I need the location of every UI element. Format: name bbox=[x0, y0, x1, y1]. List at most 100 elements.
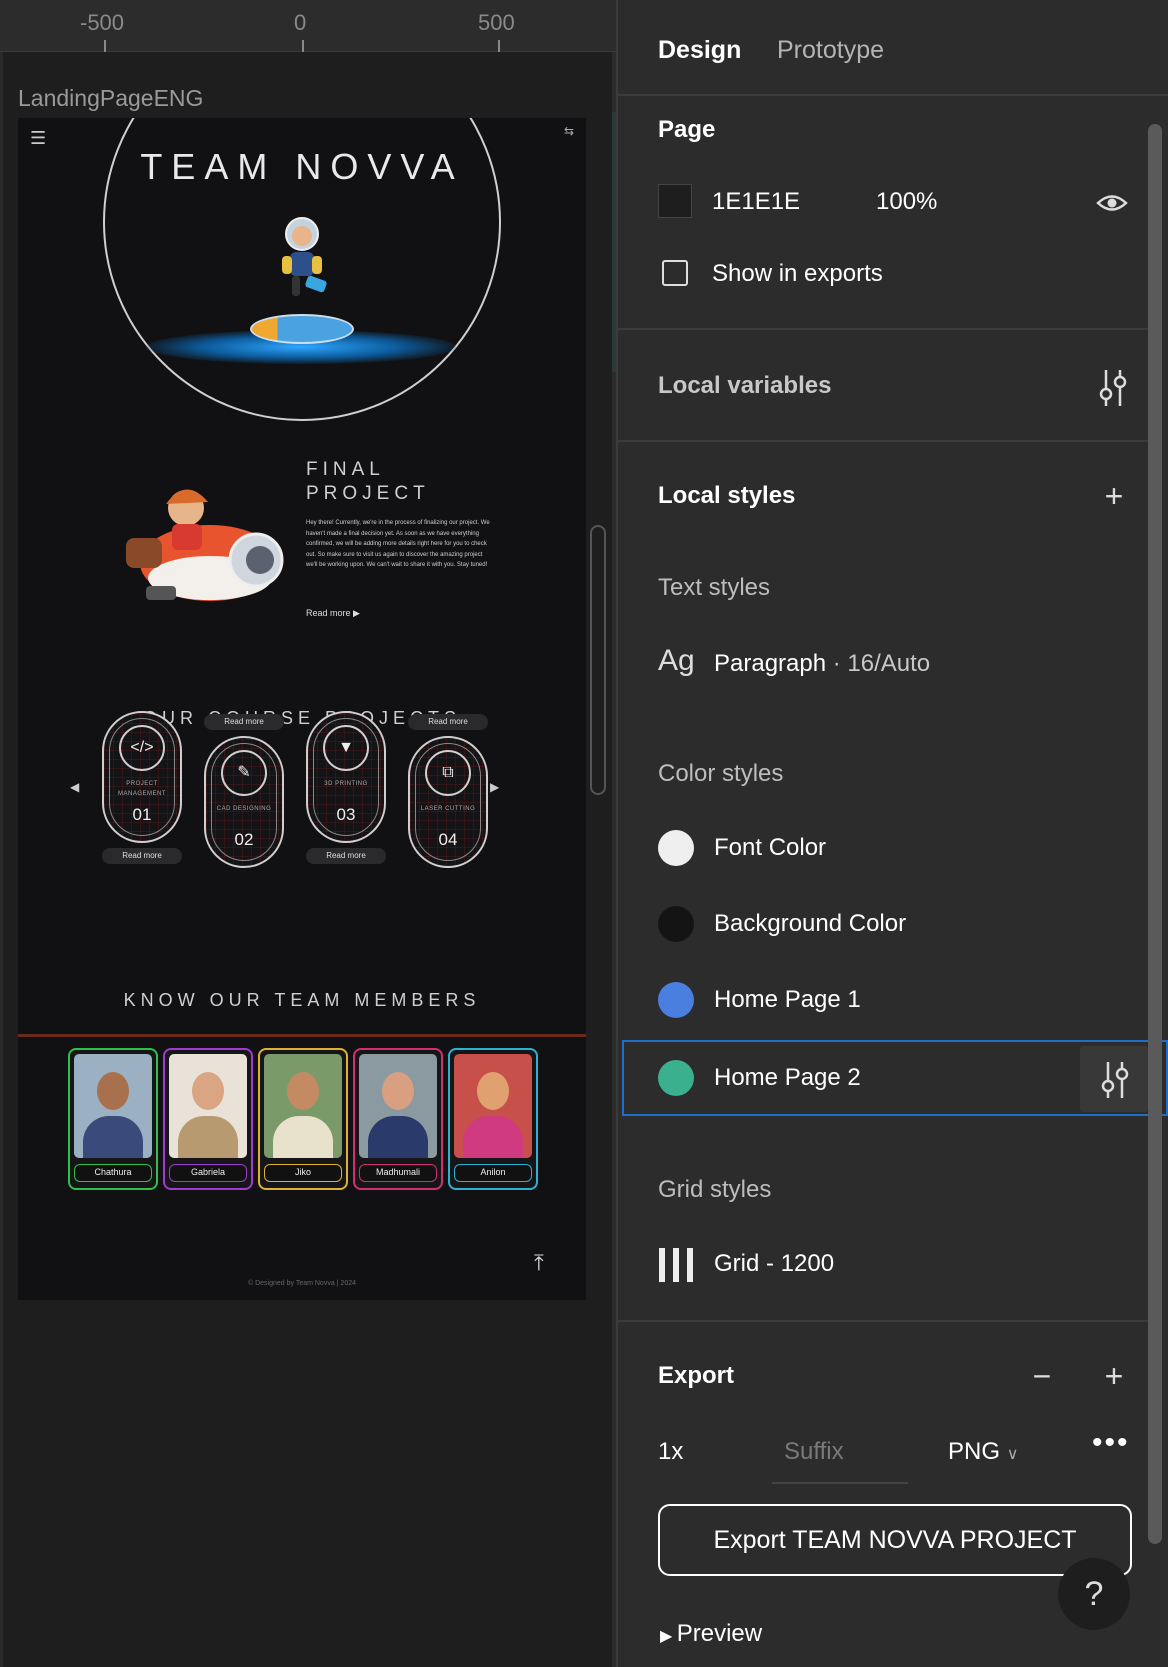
course-number: 03 bbox=[336, 805, 356, 824]
selected-color-style-row[interactable]: Home Page 2 bbox=[622, 1040, 1168, 1116]
landing-page-frame[interactable]: ☰ ⇆ TEAM NOVVA FINAL PROJECT Hey there! … bbox=[18, 118, 586, 1300]
suffix-input[interactable]: Suffix bbox=[784, 1438, 844, 1466]
final-title-line: PROJECT bbox=[306, 483, 430, 504]
canvas-scroll-handle[interactable] bbox=[590, 525, 606, 795]
divider-line bbox=[18, 1034, 586, 1037]
member-photo bbox=[359, 1054, 437, 1158]
chevron-down-icon: ∨ bbox=[1006, 1446, 1019, 1463]
caret-right-icon: ▶ bbox=[660, 1628, 677, 1645]
page-color-swatch[interactable] bbox=[658, 184, 692, 218]
course-number: 04 bbox=[438, 830, 458, 849]
color-style-item[interactable]: Background Color bbox=[714, 910, 906, 938]
ruler-tick bbox=[302, 40, 304, 52]
final-project-title: FINAL PROJECT bbox=[306, 458, 430, 506]
remove-export-minus-icon[interactable]: − bbox=[1022, 1356, 1062, 1396]
export-scale[interactable]: 1x bbox=[658, 1438, 683, 1466]
canvas-area[interactable]: -500 0 500 LandingPageENG ☰ ⇆ TEAM NOVVA bbox=[0, 0, 616, 1667]
export-title: Export bbox=[658, 1362, 735, 1389]
color-style-item[interactable]: Font Color bbox=[714, 834, 826, 862]
course-label: 3D PRINTING bbox=[324, 781, 368, 787]
course-read-more-button[interactable]: Read more bbox=[306, 848, 386, 864]
member-head bbox=[382, 1072, 414, 1110]
carousel-next-icon[interactable]: ▶ bbox=[490, 780, 499, 794]
text-style-item[interactable]: Paragraph · 16/Auto bbox=[714, 650, 930, 678]
show-in-exports-checkbox[interactable] bbox=[662, 260, 688, 286]
color-style-item: Home Page 2 bbox=[714, 1064, 861, 1091]
team-member-card[interactable]: Gabriela bbox=[163, 1048, 253, 1190]
suffix-underline bbox=[772, 1482, 908, 1484]
page-color-hex[interactable]: 1E1E1E bbox=[712, 188, 800, 216]
add-export-plus-icon[interactable]: + bbox=[1094, 1356, 1134, 1396]
carousel-prev-icon[interactable]: ◀ bbox=[70, 780, 79, 794]
read-more-label: Read more bbox=[306, 608, 351, 618]
preview-toggle[interactable]: ▶ Preview bbox=[660, 1620, 762, 1648]
ruler-tick bbox=[104, 40, 106, 52]
tab-prototype[interactable]: Prototype bbox=[777, 36, 884, 65]
rocket-ship-illustration bbox=[126, 489, 284, 601]
home-page-1-swatch bbox=[658, 982, 694, 1018]
grid-styles-title: Grid styles bbox=[658, 1176, 772, 1203]
member-body bbox=[463, 1116, 523, 1158]
course-card[interactable]: ▼ 3D PRINTING 03 bbox=[306, 711, 386, 843]
course-card[interactable]: ⧉ LASER CUTTING 04 bbox=[408, 736, 488, 868]
member-head bbox=[477, 1072, 509, 1110]
team-member-card[interactable]: Chathura bbox=[68, 1048, 158, 1190]
course-read-more-button[interactable]: Read more bbox=[408, 714, 488, 730]
cad-icon: ✎ bbox=[221, 750, 267, 796]
code-icon: </> bbox=[119, 725, 165, 771]
adjust-icon[interactable] bbox=[1098, 368, 1128, 408]
team-member-card[interactable]: Anilon bbox=[448, 1048, 538, 1190]
help-button[interactable]: ? bbox=[1058, 1558, 1130, 1630]
page-section: Page 1E1E1E 100% Show in exports bbox=[618, 96, 1154, 330]
member-photo bbox=[264, 1054, 342, 1158]
color-style-item[interactable]: Home Page 1 bbox=[714, 986, 861, 1014]
course-number: 02 bbox=[234, 830, 254, 849]
local-styles-title: Local styles bbox=[658, 482, 796, 509]
frame-name-label[interactable]: LandingPageENG bbox=[18, 85, 203, 112]
text-style-name: Paragraph bbox=[714, 650, 827, 677]
member-photo bbox=[454, 1054, 532, 1158]
tab-design[interactable]: Design bbox=[658, 36, 741, 65]
preview-label: Preview bbox=[676, 1620, 763, 1647]
properties-panel: Design Prototype Page 1E1E1E 100% Show i… bbox=[616, 0, 1168, 1667]
astronaut-illustration bbox=[282, 217, 327, 296]
vertical-ruler bbox=[0, 52, 3, 1667]
member-name: Jiko bbox=[264, 1164, 342, 1182]
team-members-title: KNOW OUR TEAM MEMBERS bbox=[123, 990, 481, 1010]
eye-icon[interactable] bbox=[1096, 192, 1128, 214]
member-name: Chathura bbox=[74, 1164, 152, 1182]
page-section-title: Page bbox=[658, 116, 716, 143]
member-body bbox=[83, 1116, 143, 1158]
back-to-top-icon[interactable]: ⤒ bbox=[534, 1250, 544, 1276]
course-label: LASER CUTTING bbox=[420, 806, 476, 812]
course-read-more-button[interactable]: Read more bbox=[204, 714, 284, 730]
local-variables-section[interactable]: Local variables bbox=[618, 330, 1154, 442]
more-options-icon[interactable]: ••• bbox=[1092, 1426, 1130, 1460]
read-more-link[interactable]: Read more ▶ bbox=[306, 608, 360, 619]
course-card[interactable]: </> PROJECT MANAGEMENT 01 bbox=[102, 711, 182, 843]
panel-scrollbar[interactable] bbox=[1148, 124, 1162, 1544]
course-card[interactable]: ✎ CAD DESIGNING 02 bbox=[204, 736, 284, 868]
local-variables-title: Local variables bbox=[658, 372, 832, 399]
edit-style-button[interactable] bbox=[1080, 1046, 1148, 1112]
font-color-swatch bbox=[658, 830, 694, 866]
export-button[interactable]: Export TEAM NOVVA PROJECT bbox=[658, 1504, 1132, 1576]
final-project-text: Hey there! Currently, we're in the proce… bbox=[306, 520, 490, 568]
final-title-line: FINAL bbox=[306, 459, 385, 480]
member-head bbox=[192, 1072, 224, 1110]
grid-style-item[interactable]: Grid - 1200 bbox=[714, 1250, 834, 1278]
language-icon[interactable]: ⇆ bbox=[564, 124, 574, 138]
page-opacity[interactable]: 100% bbox=[876, 188, 937, 216]
team-member-card[interactable]: Jiko bbox=[258, 1048, 348, 1190]
member-head bbox=[97, 1072, 129, 1110]
export-format-select[interactable]: PNG ∨ bbox=[948, 1438, 1018, 1466]
member-body bbox=[368, 1116, 428, 1158]
course-projects-title: OUR COURSE PROJECTS bbox=[142, 708, 462, 728]
team-member-card[interactable]: Madhumali bbox=[353, 1048, 443, 1190]
show-in-exports-label: Show in exports bbox=[712, 260, 883, 287]
course-label: PROJECT MANAGEMENT bbox=[117, 781, 166, 797]
course-read-more-button[interactable]: Read more bbox=[102, 848, 182, 864]
member-photo bbox=[74, 1054, 152, 1158]
add-style-plus-icon[interactable]: + bbox=[1094, 476, 1134, 516]
course-number: 01 bbox=[132, 805, 152, 824]
